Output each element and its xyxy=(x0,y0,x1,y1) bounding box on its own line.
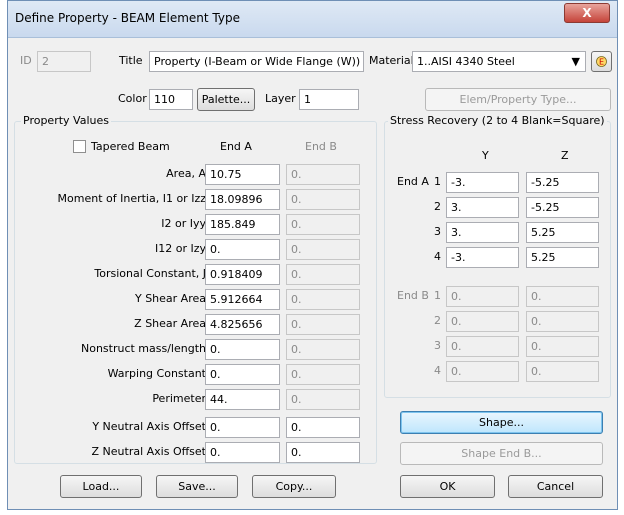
elem-property-type-button[interactable]: Elem/Property Type... xyxy=(425,88,611,111)
chevron-down-icon: ▼ xyxy=(571,55,580,68)
property-end-b-field[interactable]: 0. xyxy=(286,189,360,210)
ok-button[interactable]: OK xyxy=(400,475,495,498)
stress-y-header: Y xyxy=(482,149,489,162)
end-a-point-number: 4 xyxy=(434,250,441,263)
stress-end-b-y-field[interactable]: 0. xyxy=(446,311,519,332)
property-end-b-field[interactable]: 0. xyxy=(286,314,360,335)
material-label: Material xyxy=(369,54,414,67)
property-end-a-field[interactable]: 4.825656 xyxy=(205,314,280,335)
property-label: Torsional Constant, J xyxy=(94,267,206,280)
load-button[interactable]: Load... xyxy=(60,475,142,498)
tapered-beam-label: Tapered Beam xyxy=(91,140,170,153)
end-a-point-number: 1 xyxy=(434,175,441,188)
property-end-a-field[interactable]: 10.75 xyxy=(205,164,280,185)
stress-end-a-y-field[interactable]: -3. xyxy=(446,172,519,193)
copy-button[interactable]: Copy... xyxy=(252,475,336,498)
end-a-point-number: 2 xyxy=(434,200,441,213)
stress-end-b-z-field[interactable]: 0. xyxy=(526,361,599,382)
material-value: 1..AISI 4340 Steel xyxy=(417,55,515,68)
end-a-header: End A xyxy=(220,140,252,153)
property-end-b-field[interactable]: 0. xyxy=(286,389,360,410)
stress-end-a-y-field[interactable]: 3. xyxy=(446,222,519,243)
property-end-b-field[interactable]: 0. xyxy=(286,364,360,385)
property-label: Nonstruct mass/length xyxy=(80,342,206,355)
id-label: ID xyxy=(20,54,32,67)
property-end-a-field[interactable]: 0. xyxy=(205,364,280,385)
shape-button[interactable]: Shape... xyxy=(400,411,603,434)
stress-end-b-z-field[interactable]: 0. xyxy=(526,336,599,357)
title-bar: Define Property - BEAM Element Type X xyxy=(8,1,617,38)
stress-end-b-y-field[interactable]: 0. xyxy=(446,361,519,382)
palette-button[interactable]: Palette... xyxy=(197,88,255,111)
id-field[interactable]: 2 xyxy=(37,51,91,72)
property-end-b-field[interactable]: 0. xyxy=(286,339,360,360)
material-select[interactable]: 1..AISI 4340 Steel ▼ xyxy=(412,51,586,72)
stress-end-a-z-field[interactable]: 5.25 xyxy=(526,247,599,268)
end-b-header: End B xyxy=(305,140,337,153)
stress-end-b-y-field[interactable]: 0. xyxy=(446,336,519,357)
property-label: I12 or Izy xyxy=(154,242,206,255)
end-b-point-number: 4 xyxy=(434,364,441,377)
color-field[interactable]: 110 xyxy=(149,89,193,110)
material-edit-icon: E xyxy=(596,56,607,67)
window-title: Define Property - BEAM Element Type xyxy=(15,11,240,25)
stress-end-a-z-field[interactable]: 5.25 xyxy=(526,222,599,243)
property-end-b-field[interactable]: 0. xyxy=(286,214,360,235)
stress-end-b-y-field[interactable]: 0. xyxy=(446,286,519,307)
shape-end-b-button[interactable]: Shape End B... xyxy=(400,442,603,465)
property-label: Y Shear Area xyxy=(134,292,206,305)
cancel-button[interactable]: Cancel xyxy=(508,475,603,498)
property-end-a-field[interactable]: 5.912664 xyxy=(205,289,280,310)
dialog-window: Define Property - BEAM Element Type X ID… xyxy=(7,0,618,510)
property-end-a-field[interactable]: 185.849 xyxy=(205,214,280,235)
stress-z-header: Z xyxy=(561,149,569,162)
property-label: Warping Constant xyxy=(107,367,206,380)
stress-recovery-legend: Stress Recovery (2 to 4 Blank=Square) xyxy=(388,114,607,127)
color-label: Color xyxy=(118,92,147,105)
property-end-a-field[interactable]: 0. xyxy=(205,339,280,360)
property-end-b-field[interactable]: 0. xyxy=(286,264,360,285)
property-end-b-field[interactable]: 0. xyxy=(286,164,360,185)
end-a-label: End A xyxy=(397,175,429,188)
close-button[interactable]: X xyxy=(564,3,610,23)
end-a-point-number: 3 xyxy=(434,225,441,238)
stress-end-a-z-field[interactable]: -5.25 xyxy=(526,172,599,193)
stress-end-a-y-field[interactable]: -3. xyxy=(446,247,519,268)
material-edit-button[interactable]: E xyxy=(591,51,612,72)
stress-end-b-z-field[interactable]: 0. xyxy=(526,311,599,332)
property-values-legend: Property Values xyxy=(21,114,111,127)
property-end-a-field[interactable]: 18.09896 xyxy=(205,189,280,210)
end-b-label: End B xyxy=(397,289,429,302)
property-end-b-field[interactable]: 0. xyxy=(286,239,360,260)
layer-field[interactable]: 1 xyxy=(299,89,359,110)
stress-end-a-y-field[interactable]: 3. xyxy=(446,197,519,218)
property-end-a-field[interactable]: 44. xyxy=(205,389,280,410)
tapered-beam-checkbox[interactable] xyxy=(73,140,86,153)
property-label: Z Neutral Axis Offset xyxy=(91,445,207,458)
property-label: Moment of Inertia, I1 or Izz xyxy=(57,192,206,205)
property-end-b-field[interactable]: 0. xyxy=(286,442,360,463)
property-end-b-field[interactable]: 0. xyxy=(286,417,360,438)
title-label: Title xyxy=(119,54,143,67)
property-label: Y Neutral Axis Offset xyxy=(92,420,206,433)
end-b-point-number: 1 xyxy=(434,289,441,302)
property-end-a-field[interactable]: 0. xyxy=(205,442,280,463)
property-label: Perimeter xyxy=(152,392,206,405)
title-field[interactable]: Property (I-Beam or Wide Flange (W)) xyxy=(149,51,364,72)
stress-end-b-z-field[interactable]: 0. xyxy=(526,286,599,307)
property-label: I2 or Iyy xyxy=(161,217,206,230)
end-b-point-number: 3 xyxy=(434,339,441,352)
stress-end-a-z-field[interactable]: -5.25 xyxy=(526,197,599,218)
property-end-a-field[interactable]: 0. xyxy=(205,239,280,260)
property-end-b-field[interactable]: 0. xyxy=(286,289,360,310)
end-b-point-number: 2 xyxy=(434,314,441,327)
property-end-a-field[interactable]: 0.918409 xyxy=(205,264,280,285)
property-label: Z Shear Area xyxy=(134,317,206,330)
property-end-a-field[interactable]: 0. xyxy=(205,417,280,438)
svg-text:E: E xyxy=(599,58,604,67)
layer-label: Layer xyxy=(265,92,296,105)
property-label: Area, A xyxy=(166,167,206,180)
save-button[interactable]: Save... xyxy=(156,475,238,498)
